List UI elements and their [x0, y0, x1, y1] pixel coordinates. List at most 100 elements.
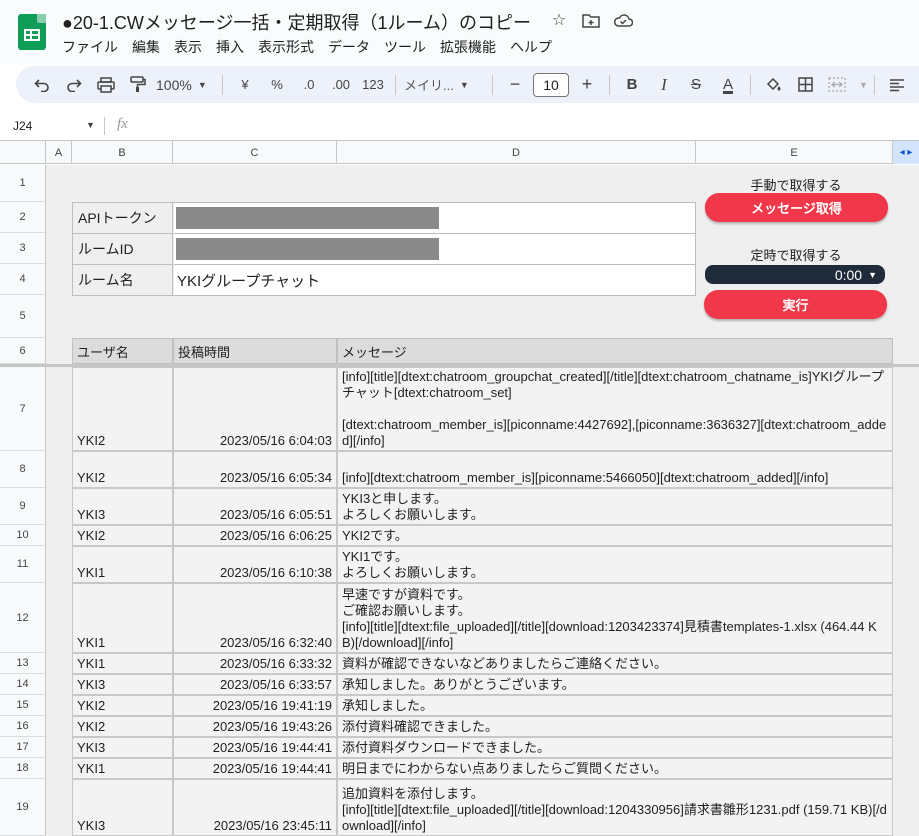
- column-header-a[interactable]: A: [46, 141, 72, 164]
- star-icon[interactable]: ☆: [548, 9, 570, 31]
- time-cell[interactable]: 2023/05/16 6:06:25: [173, 525, 337, 546]
- message-cell[interactable]: 追加資料を添付します。 [info][title][dtext:file_upl…: [337, 779, 893, 836]
- row-header[interactable]: 4: [0, 264, 46, 295]
- user-cell[interactable]: YKI1: [72, 583, 173, 653]
- menu-extensions[interactable]: 拡張機能: [440, 37, 503, 57]
- row-header[interactable]: 14: [0, 674, 46, 695]
- row-header[interactable]: 10: [0, 525, 46, 546]
- cloud-status-icon[interactable]: [612, 9, 634, 31]
- time-cell[interactable]: 2023/05/16 6:10:38: [173, 546, 337, 583]
- menu-tools[interactable]: ツール: [384, 37, 433, 57]
- paint-format-icon[interactable]: [124, 71, 152, 99]
- spreadsheet-grid[interactable]: A B C D E ◂ ▸ 1 2 3 4 5 6 7 8 9 10 11 12…: [0, 140, 919, 836]
- merge-cells-icon[interactable]: [823, 71, 851, 99]
- user-cell[interactable]: YKI2: [72, 716, 173, 737]
- user-cell[interactable]: YKI2: [72, 695, 173, 716]
- user-cell[interactable]: YKI3: [72, 737, 173, 758]
- message-cell[interactable]: 添付資料確認できました。: [337, 716, 893, 737]
- message-cell[interactable]: YKI1です。 よろしくお願いします。: [337, 546, 893, 583]
- menu-help[interactable]: ヘルプ: [510, 37, 559, 57]
- time-cell[interactable]: 2023/05/16 6:05:34: [173, 451, 337, 488]
- fill-color-icon[interactable]: [759, 71, 787, 99]
- name-box[interactable]: J24: [13, 119, 32, 133]
- strikethrough-icon[interactable]: S: [682, 71, 710, 99]
- row-header[interactable]: 17: [0, 737, 46, 758]
- sheets-logo-icon[interactable]: [18, 14, 46, 50]
- time-cell[interactable]: 2023/05/16 23:45:11: [173, 779, 337, 836]
- run-button[interactable]: 実行: [704, 290, 887, 319]
- borders-icon[interactable]: [791, 71, 819, 99]
- fetch-messages-button[interactable]: メッセージ取得: [705, 193, 888, 222]
- zoom-select[interactable]: 100% ▼: [156, 71, 214, 99]
- decrease-font-size-icon[interactable]: −: [501, 71, 529, 99]
- message-cell[interactable]: 早速ですが資料です。 ご確認お願いします。 [info][title][dtex…: [337, 583, 893, 653]
- chevron-down-icon[interactable]: ▼: [86, 120, 95, 130]
- time-cell[interactable]: 2023/05/16 6:33:57: [173, 674, 337, 695]
- move-folder-icon[interactable]: [580, 9, 602, 31]
- time-cell[interactable]: 2023/05/16 6:04:03: [173, 367, 337, 451]
- number-format-button[interactable]: 123: [359, 71, 387, 99]
- room-name-field[interactable]: YKIグループチャット: [174, 265, 695, 295]
- message-cell[interactable]: 明日までにわからない点ありましたらご質問ください。: [337, 758, 893, 779]
- time-cell[interactable]: 2023/05/16 19:41:19: [173, 695, 337, 716]
- row-header[interactable]: 8: [0, 451, 46, 488]
- message-cell[interactable]: 承知しました。: [337, 695, 893, 716]
- increase-font-size-icon[interactable]: +: [573, 71, 601, 99]
- time-cell[interactable]: 2023/05/16 6:33:32: [173, 653, 337, 674]
- increase-decimal-button[interactable]: .00: [327, 71, 355, 99]
- row-header[interactable]: 19: [0, 779, 46, 836]
- column-header-b[interactable]: B: [72, 141, 173, 164]
- row-header[interactable]: 18: [0, 758, 46, 779]
- message-cell[interactable]: [info][dtext:chatroom_member_is][piconna…: [337, 451, 893, 488]
- row-header[interactable]: 11: [0, 546, 46, 583]
- select-all-corner[interactable]: [0, 141, 46, 164]
- message-cell[interactable]: 承知しました。ありがとうございます。: [337, 674, 893, 695]
- menu-format[interactable]: 表示形式: [258, 37, 321, 57]
- column-header-d[interactable]: D: [337, 141, 696, 164]
- decrease-decimal-button[interactable]: .0: [295, 71, 323, 99]
- row-header[interactable]: 13: [0, 653, 46, 674]
- user-cell[interactable]: YKI2: [72, 525, 173, 546]
- column-header-c[interactable]: C: [173, 141, 337, 164]
- user-cell[interactable]: YKI3: [72, 488, 173, 525]
- percent-format-button[interactable]: %: [263, 71, 291, 99]
- undo-icon[interactable]: [28, 71, 56, 99]
- user-cell[interactable]: YKI1: [72, 546, 173, 583]
- bold-icon[interactable]: B: [618, 71, 646, 99]
- chevron-down-icon[interactable]: ▼: [859, 80, 868, 90]
- time-select[interactable]: 0:00 ▼: [705, 265, 885, 284]
- menu-view[interactable]: 表示: [174, 37, 209, 57]
- print-icon[interactable]: [92, 71, 120, 99]
- font-family-select[interactable]: メイリ... ▼: [404, 71, 484, 99]
- time-cell[interactable]: 2023/05/16 6:32:40: [173, 583, 337, 653]
- row-header[interactable]: 5: [0, 295, 46, 338]
- user-cell[interactable]: YKI2: [72, 367, 173, 451]
- menu-edit[interactable]: 編集: [132, 37, 167, 57]
- menu-file[interactable]: ファイル: [62, 37, 125, 57]
- message-cell[interactable]: 添付資料ダウンロードできました。: [337, 737, 893, 758]
- column-scroll-indicator[interactable]: ◂ ▸: [893, 141, 919, 164]
- row-header[interactable]: 1: [0, 165, 46, 202]
- column-header-e[interactable]: E: [696, 141, 893, 164]
- time-cell[interactable]: 2023/05/16 19:43:26: [173, 716, 337, 737]
- message-cell[interactable]: YKI3と申します。 よろしくお願いします。: [337, 488, 893, 525]
- row-header[interactable]: 2: [0, 202, 46, 233]
- row-header[interactable]: 6: [0, 338, 46, 364]
- message-cell[interactable]: [info][title][dtext:chatroom_groupchat_c…: [337, 367, 893, 451]
- time-cell[interactable]: 2023/05/16 19:44:41: [173, 737, 337, 758]
- message-cell[interactable]: YKI2です。: [337, 525, 893, 546]
- menu-data[interactable]: データ: [328, 37, 377, 57]
- message-cell[interactable]: 資料が確認できないなどありましたらご連絡ください。: [337, 653, 893, 674]
- font-size-input[interactable]: 10: [533, 72, 569, 97]
- document-title[interactable]: ●20-1.CWメッセージ一括・定期取得（1ルーム）のコピー: [62, 9, 531, 35]
- user-cell[interactable]: YKI3: [72, 674, 173, 695]
- row-header[interactable]: 7: [0, 367, 46, 451]
- text-color-icon[interactable]: A: [714, 71, 742, 99]
- user-cell[interactable]: YKI2: [72, 451, 173, 488]
- row-header[interactable]: 16: [0, 716, 46, 737]
- time-cell[interactable]: 2023/05/16 19:44:41: [173, 758, 337, 779]
- align-left-icon[interactable]: [883, 71, 911, 99]
- currency-format-button[interactable]: ¥: [231, 71, 259, 99]
- row-header[interactable]: 9: [0, 488, 46, 525]
- redo-icon[interactable]: [60, 71, 88, 99]
